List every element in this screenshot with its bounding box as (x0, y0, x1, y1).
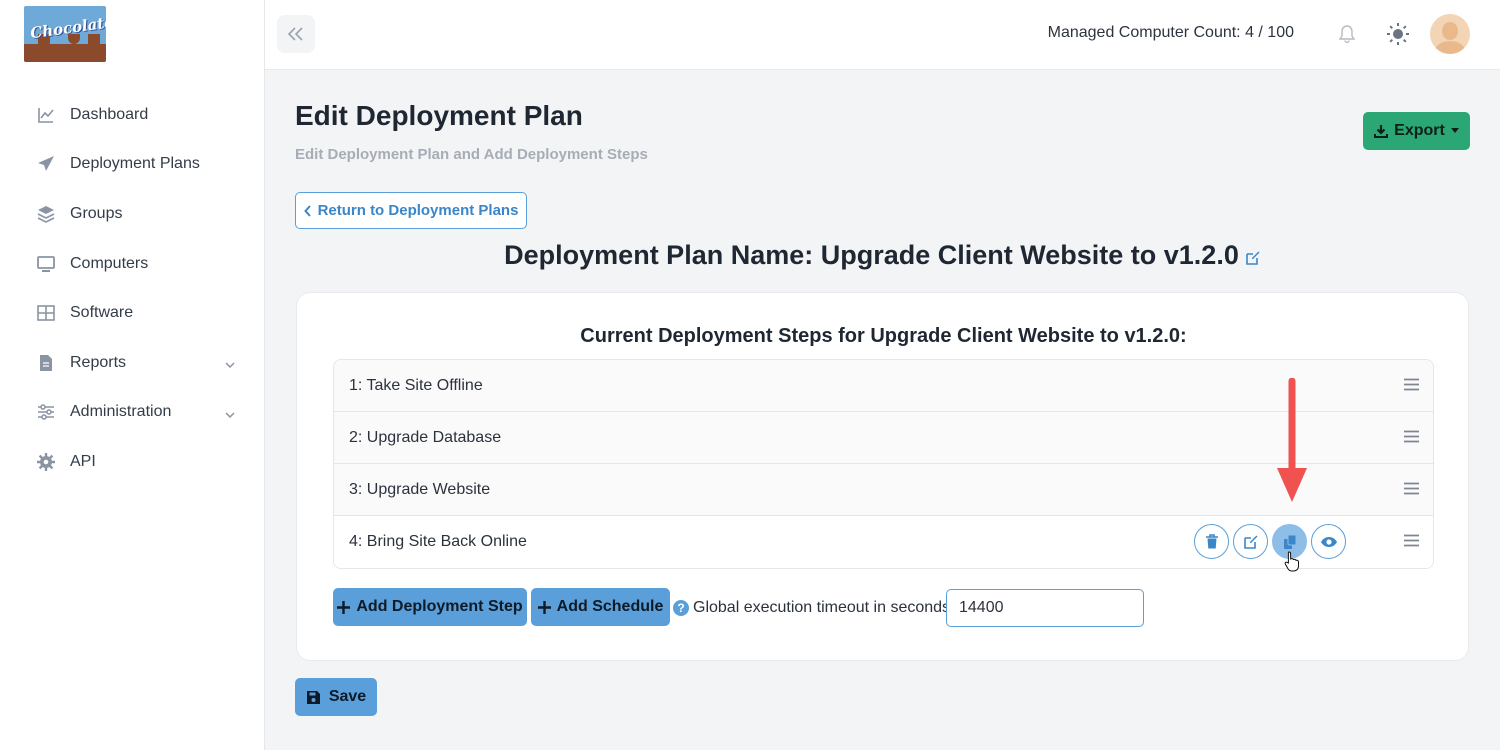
list-item[interactable]: 4: Bring Site Back Online (334, 516, 1433, 568)
plus-icon (337, 600, 351, 614)
list-item[interactable]: 1: Take Site Offline (334, 360, 1433, 412)
sidebar-nav: Dashboard Deployment Plans Groups Comput… (0, 90, 265, 487)
chocolatey-logo[interactable]: Chocolatey (24, 6, 106, 62)
bell-icon[interactable] (1338, 25, 1356, 48)
delete-step-button[interactable] (1194, 524, 1229, 559)
sidebar-item-label: Groups (70, 204, 123, 222)
avatar[interactable] (1430, 14, 1470, 54)
sidebar-item-deployment-plans[interactable]: Deployment Plans (0, 140, 265, 190)
double-chevron-left-icon (288, 27, 303, 41)
drag-handle-icon[interactable] (1404, 378, 1419, 396)
drag-handle-icon[interactable] (1404, 430, 1419, 448)
chevron-down-icon (225, 407, 235, 425)
chart-line-icon (37, 106, 55, 124)
sidebar-item-label: Administration (70, 403, 172, 421)
eye-icon (1320, 536, 1337, 547)
floppy-disk-icon (306, 690, 320, 704)
page-subtitle: Edit Deployment Plan and Add Deployment … (295, 146, 648, 163)
export-button[interactable]: Export (1363, 112, 1470, 150)
copy-icon (1283, 534, 1296, 549)
sidebar-item-administration[interactable]: Administration (0, 388, 265, 438)
file-icon (37, 354, 55, 372)
caret-down-icon (1450, 128, 1459, 133)
plan-name-text: Deployment Plan Name: Upgrade Client Web… (504, 240, 1239, 270)
sidebar-item-computers[interactable]: Computers (0, 239, 265, 289)
deployment-plan-name: Deployment Plan Name: Upgrade Client Web… (295, 240, 1470, 273)
edit-icon (1243, 535, 1257, 549)
help-icon[interactable]: ? (673, 600, 689, 616)
drag-handle-icon[interactable] (1404, 482, 1419, 500)
sidebar-item-reports[interactable]: Reports (0, 338, 265, 388)
sidebar-item-dashboard[interactable]: Dashboard (0, 90, 265, 140)
annotation-arrow (1277, 378, 1307, 502)
list-item[interactable]: 2: Upgrade Database (334, 412, 1433, 464)
timeout-input[interactable] (946, 589, 1144, 627)
sidebar-item-software[interactable]: Software (0, 288, 265, 338)
list-item[interactable]: 3: Upgrade Website (334, 464, 1433, 516)
step-label: 3: Upgrade Website (349, 480, 491, 498)
sun-icon[interactable] (1386, 22, 1410, 51)
edit-name-icon[interactable] (1245, 242, 1261, 273)
save-button[interactable]: Save (295, 678, 377, 716)
gear-icon (37, 452, 55, 471)
plus-icon (537, 600, 551, 614)
grid-icon (37, 304, 55, 322)
sidebar-item-label: Computers (70, 254, 149, 272)
step-label: 4: Bring Site Back Online (349, 533, 527, 550)
sidebar-item-label: Dashboard (70, 105, 149, 123)
sidebar-item-api[interactable]: API (0, 437, 265, 487)
sliders-icon (37, 403, 55, 421)
chevron-left-icon (303, 204, 311, 217)
sidebar-item-groups[interactable]: Groups (0, 189, 265, 239)
layers-icon (37, 205, 55, 223)
view-step-button[interactable] (1311, 524, 1346, 559)
add-deployment-step-button[interactable]: Add Deployment Step (333, 588, 527, 626)
add-schedule-label: Add Schedule (556, 598, 664, 615)
add-step-label: Add Deployment Step (356, 598, 523, 615)
step-label: 1: Take Site Offline (349, 376, 483, 394)
sidebar-item-label: Software (70, 304, 134, 322)
sidebar-item-label: Reports (70, 353, 127, 371)
trash-icon (1205, 533, 1218, 548)
return-to-deployment-plans-button[interactable]: Return to Deployment Plans (295, 192, 527, 229)
monitor-icon (37, 255, 55, 273)
paper-plane-icon (37, 155, 55, 173)
sidebar-item-label: API (70, 452, 96, 470)
edit-step-button[interactable] (1233, 524, 1268, 559)
step-actions (1194, 524, 1346, 559)
steps-list: 1: Take Site Offline 2: Upgrade Database… (333, 359, 1434, 569)
topbar: Managed Computer Count: 4 / 100 (265, 0, 1500, 70)
sidebar-item-label: Deployment Plans (70, 155, 200, 173)
add-schedule-button[interactable]: Add Schedule (531, 588, 670, 626)
download-icon (1374, 125, 1389, 138)
chevron-down-icon (225, 357, 235, 375)
save-label: Save (328, 688, 367, 705)
timeout-label: ? Global execution timeout in seconds (673, 599, 950, 617)
page-title: Edit Deployment Plan (295, 100, 583, 131)
timeout-label-text: Global execution timeout in seconds (693, 599, 951, 616)
return-label: Return to Deployment Plans (317, 202, 519, 219)
step-label: 2: Upgrade Database (349, 428, 502, 446)
sidebar: Chocolatey Dashboard Deployment Plans Gr… (0, 0, 265, 750)
export-label: Export (1394, 122, 1445, 139)
steps-title: Current Deployment Steps for Upgrade Cli… (580, 325, 1187, 347)
managed-computer-count: Managed Computer Count: 4 / 100 (1047, 24, 1294, 41)
drag-handle-icon[interactable] (1404, 534, 1419, 552)
hand-cursor-icon (1284, 551, 1299, 572)
collapse-sidebar-button[interactable] (277, 15, 315, 53)
